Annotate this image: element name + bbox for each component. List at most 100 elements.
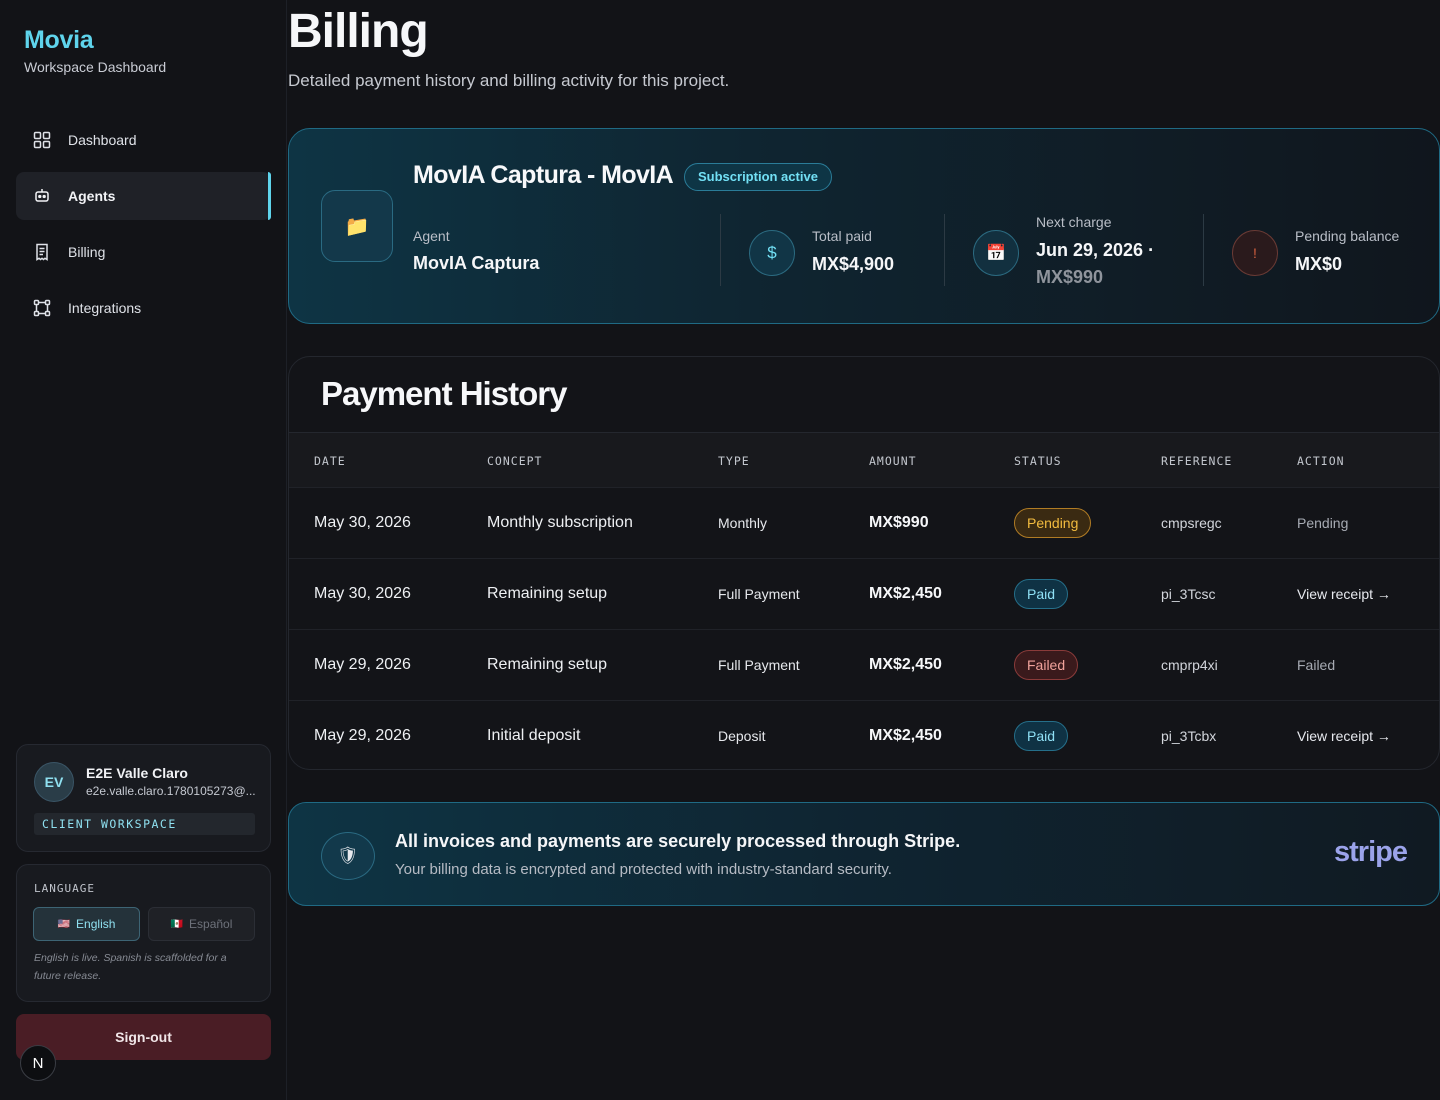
language-spanish-button[interactable]: 🇲🇽 Español — [148, 907, 255, 941]
pending-balance-value: MX$0 — [1295, 254, 1343, 274]
row-reference: pi_3Tcbx — [1161, 728, 1217, 744]
grid-icon — [33, 131, 51, 149]
payment-history-card: Payment History DATE CONCEPT TYPE AMOUNT… — [288, 356, 1440, 770]
column-header-type: TYPE — [718, 454, 750, 468]
warning-icon: ! — [1232, 230, 1278, 276]
workspace-tag: CLIENT WORKSPACE — [34, 813, 255, 835]
row-type: Full Payment — [718, 657, 800, 673]
page-subtitle: Detailed payment history and billing act… — [288, 71, 730, 90]
row-concept: Remaining setup — [487, 585, 608, 602]
calendar-icon: 📅 — [973, 230, 1019, 276]
table-row: May 30, 2026 Monthly subscription Monthl… — [289, 487, 1439, 558]
row-date: May 29, 2026 — [314, 727, 411, 744]
n-badge-icon[interactable]: N — [20, 1045, 56, 1081]
row-action-status: Failed — [1297, 657, 1336, 673]
row-date: May 30, 2026 — [314, 514, 411, 531]
sidebar-nav: Dashboard Agents Billing Integrations — [16, 116, 271, 340]
stripe-subtitle: Your billing data is encrypted and prote… — [395, 861, 892, 878]
status-badge: Paid — [1014, 579, 1069, 609]
table-row: May 29, 2026 Remaining setup Full Paymen… — [289, 629, 1439, 700]
us-flag-icon: 🇺🇸 — [57, 918, 71, 930]
column-header-amount: AMOUNT — [869, 454, 917, 468]
row-status-cell: Paid — [1014, 559, 1069, 629]
sidebar-item-integrations[interactable]: Integrations — [16, 284, 271, 332]
view-receipt-link[interactable]: View receipt → — [1297, 559, 1391, 629]
agent-label: Agent — [413, 228, 450, 244]
subscription-summary-card: 📁 MovIA Captura - MovIA Subscription act… — [288, 128, 1440, 324]
row-status-cell: Paid — [1014, 701, 1069, 769]
language-card: LANGUAGE 🇺🇸 English 🇲🇽 Español English i… — [16, 864, 271, 1002]
sidebar-item-billing[interactable]: Billing — [16, 228, 271, 276]
sidebar-item-dashboard[interactable]: Dashboard — [16, 116, 271, 164]
sidebar-item-agents[interactable]: Agents — [16, 172, 271, 220]
column-header-concept: CONCEPT — [487, 454, 543, 468]
language-note: English is live. Spanish is scaffolded f… — [34, 952, 227, 982]
dollar-icon: $ — [749, 230, 795, 276]
brand-subtitle: Workspace Dashboard — [24, 59, 167, 75]
language-option-label: English — [76, 917, 116, 931]
receipt-icon — [33, 243, 51, 261]
row-reference: pi_3Tcsc — [1161, 586, 1216, 602]
language-label: LANGUAGE — [34, 882, 95, 895]
sidebar-item-label: Dashboard — [68, 132, 137, 148]
row-date: May 29, 2026 — [314, 656, 411, 673]
divider — [1203, 214, 1204, 286]
row-amount: MX$2,450 — [869, 656, 942, 673]
agent-value: MovIA Captura — [413, 253, 540, 273]
status-badge: Subscription active — [684, 163, 832, 191]
row-concept: Remaining setup — [487, 656, 608, 673]
status-badge: Pending — [1014, 508, 1092, 538]
sidebar-item-label: Integrations — [68, 300, 142, 316]
row-concept: Initial deposit — [487, 727, 581, 744]
row-type: Monthly — [718, 515, 768, 531]
table-row: May 30, 2026 Remaining setup Full Paymen… — [289, 558, 1439, 629]
divider — [720, 214, 721, 286]
next-charge-amount: MX$990 — [1036, 267, 1104, 287]
agent-title: MovIA Captura - MovIA — [413, 161, 674, 189]
pending-balance-label: Pending balance — [1295, 228, 1400, 244]
stripe-title: All invoices and payments are securely p… — [395, 831, 961, 851]
user-email: e2e.valle.claro.1780105273@... — [86, 784, 256, 798]
row-amount: MX$990 — [869, 514, 929, 531]
next-charge-date: Jun 29, 2026 · — [1036, 240, 1155, 260]
column-header-status: STATUS — [1014, 454, 1062, 468]
folder-icon: 📁 — [321, 190, 393, 262]
mx-flag-icon: 🇲🇽 — [170, 918, 184, 930]
user-card: EV E2E Valle Claro e2e.valle.claro.17801… — [16, 744, 271, 852]
row-amount: MX$2,450 — [869, 727, 942, 744]
row-type: Deposit — [718, 728, 766, 744]
row-reference: cmprp4xi — [1161, 657, 1218, 673]
row-concept: Monthly subscription — [487, 514, 633, 531]
row-status-cell: Pending — [1014, 488, 1092, 558]
row-status-cell: Failed — [1014, 630, 1079, 700]
nodes-icon — [33, 299, 51, 317]
row-type: Full Payment — [718, 586, 800, 602]
brand-name: Movia — [24, 26, 94, 54]
column-header-reference: REFERENCE — [1161, 454, 1233, 468]
view-receipt-link[interactable]: View receipt → — [1297, 701, 1391, 769]
status-badge: Paid — [1014, 721, 1069, 751]
sidebar: Movia Workspace Dashboard Dashboard Agen… — [0, 0, 287, 1100]
column-header-action: ACTION — [1297, 454, 1345, 468]
table-header: DATE CONCEPT TYPE AMOUNT STATUS REFERENC… — [289, 432, 1439, 487]
divider — [944, 214, 945, 286]
stripe-security-card: 🛡 All invoices and payments are securely… — [288, 802, 1440, 906]
total-paid-value: MX$4,900 — [812, 254, 895, 274]
table-row: May 29, 2026 Initial deposit Deposit MX$… — [289, 700, 1439, 769]
column-header-date: DATE — [314, 454, 346, 468]
status-badge: Failed — [1014, 650, 1079, 680]
payment-history-title: Payment History — [321, 375, 567, 412]
sidebar-item-label: Billing — [68, 244, 106, 260]
sign-out-button[interactable]: Sign-out — [16, 1014, 271, 1060]
next-charge-label: Next charge — [1036, 214, 1112, 230]
row-date: May 30, 2026 — [314, 585, 411, 602]
user-name: E2E Valle Claro — [86, 765, 188, 781]
page-title: Billing — [288, 5, 429, 58]
row-action-status: Pending — [1297, 515, 1349, 531]
stripe-logo: stripe — [1334, 836, 1408, 868]
shield-icon: 🛡 — [321, 832, 375, 880]
language-english-button[interactable]: 🇺🇸 English — [33, 907, 140, 941]
sidebar-item-label: Agents — [68, 188, 116, 204]
row-amount: MX$2,450 — [869, 585, 942, 602]
language-option-label: Español — [189, 917, 233, 931]
